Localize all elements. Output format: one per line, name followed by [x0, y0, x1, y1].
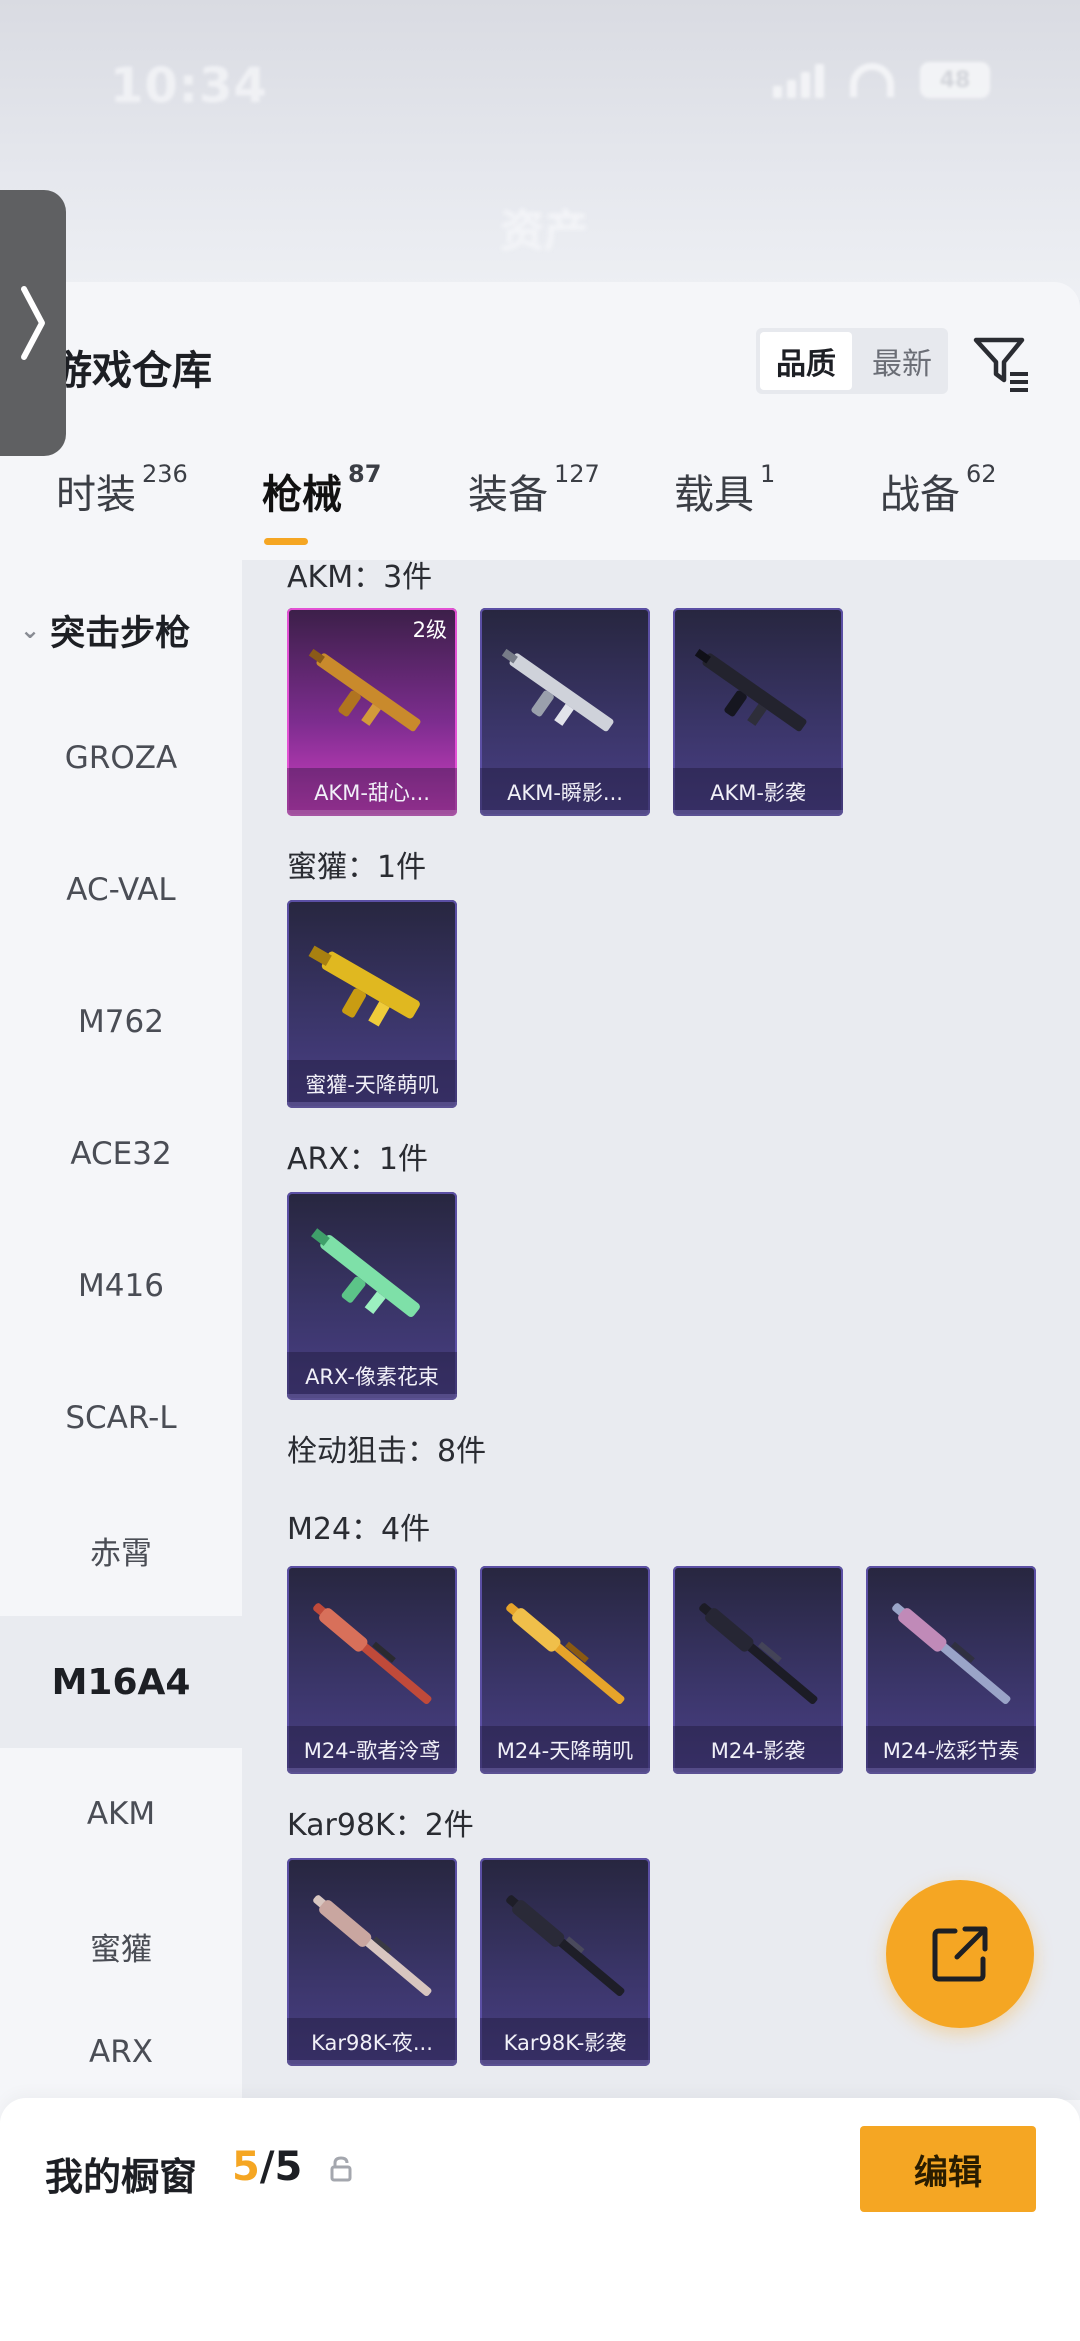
tab-fashion[interactable]: 时装 236 [56, 460, 188, 520]
sniper-image [699, 1603, 818, 1705]
category-item[interactable]: M762 [0, 956, 242, 1088]
category-item[interactable]: ARX [0, 2012, 242, 2092]
weapon-name: M24-影袭 [673, 1726, 843, 1774]
sort-toggle: 品质 最新 [756, 328, 948, 394]
weapon-card[interactable]: Kar98K-影袭 [480, 1858, 650, 2066]
category-item[interactable]: AKM [0, 1748, 242, 1880]
category-group-label: 突击步枪 [50, 613, 191, 654]
sniper-image [892, 1603, 1011, 1705]
blurred-backdrop: 10:34 48 资产 [0, 0, 1080, 300]
weapon-name: M24-歌者泠鸢 [287, 1726, 457, 1774]
side-panel-handle[interactable] [0, 190, 66, 456]
weapon-name: Kar98K-影袭 [480, 2018, 650, 2066]
category-item[interactable]: M416 [0, 1220, 242, 1352]
category-item[interactable]: GROZA [0, 692, 242, 824]
section-label-kar98k: Kar98K：2件 [287, 1808, 474, 1843]
sniper-image [313, 1895, 432, 1997]
weapon-card[interactable]: M24-炫彩节奏 [866, 1566, 1036, 1774]
section-label-bolt-sniper: 栓动狙击：8件 [287, 1434, 487, 1469]
weapon-name: ARX-像素花束 [287, 1352, 457, 1400]
category-item[interactable]: SCAR-L [0, 1352, 242, 1484]
weapon-name: M24-天降萌叽 [480, 1726, 650, 1774]
page-title: 游戏仓库 [52, 348, 212, 394]
status-icons: 48 [773, 62, 990, 98]
weapon-card[interactable]: 蜜獾-天降萌叽 [287, 900, 457, 1108]
sort-newest[interactable]: 最新 [856, 328, 948, 394]
chevron-right-icon [21, 286, 45, 360]
tab-equipment[interactable]: 装备 127 [468, 460, 600, 520]
rifle-image [501, 648, 614, 732]
category-item[interactable]: ACE32 [0, 1088, 242, 1220]
rifle-image [308, 648, 421, 732]
weapon-card[interactable]: M24-影袭 [673, 1566, 843, 1774]
weapon-card[interactable]: M24-歌者泠鸢 [287, 1566, 457, 1774]
background-title: 资产 [500, 206, 588, 257]
chevron-down-icon: ⌄ [20, 616, 41, 644]
section-label-m24: M24：4件 [287, 1512, 431, 1547]
category-item-selected[interactable]: M16A4 [0, 1616, 242, 1748]
tab-gear[interactable]: 战备 62 [880, 460, 997, 520]
active-tab-indicator [264, 538, 308, 545]
tab-vehicles[interactable]: 载具 1 [674, 460, 775, 520]
rifle-image [311, 1228, 420, 1317]
weapon-grid: AKM：3件 2级 AKM-甜心... AKM-瞬影... AKM-影袭 蜜獾：… [242, 560, 1080, 2100]
rifle-image [308, 945, 420, 1027]
signal-icon [773, 62, 824, 98]
share-button[interactable] [886, 1880, 1034, 2028]
weapon-card[interactable]: AKM-瞬影... [480, 608, 650, 816]
lock-icon [330, 2156, 352, 2182]
section-label-arx: ARX：1件 [287, 1142, 429, 1177]
share-icon [932, 1926, 988, 1982]
showcase-bar: 我的橱窗 5/5 编辑 [0, 2098, 1080, 2341]
sniper-image [506, 1603, 625, 1705]
weapon-name: AKM-影袭 [673, 768, 843, 816]
showcase-label: 我的橱窗 [45, 2155, 198, 2199]
weapon-category-list: ⌄ 突击步枪 GROZA AC-VAL M762 ACE32 M416 SCAR… [0, 560, 242, 2101]
category-tabs: 时装 236 枪械 87 装备 127 载具 1 战备 62 [0, 460, 1080, 562]
filter-icon[interactable] [970, 330, 1034, 394]
category-item[interactable]: 蜜獾 [0, 1880, 242, 2012]
rifle-image [694, 648, 807, 732]
weapon-name: AKM-甜心... [287, 768, 457, 816]
section-label-honey-badger: 蜜獾：1件 [287, 850, 427, 885]
weapon-card[interactable]: M24-天降萌叽 [480, 1566, 650, 1774]
showcase-count: 5/5 [232, 2144, 303, 2190]
weapon-card[interactable]: 2级 AKM-甜心... [287, 608, 457, 816]
battery-icon: 48 [920, 62, 990, 98]
weapon-card[interactable]: AKM-影袭 [673, 608, 843, 816]
status-time: 10:34 [110, 58, 268, 114]
weapon-name: Kar98K-夜... [287, 2018, 457, 2066]
edit-button[interactable]: 编辑 [860, 2126, 1036, 2212]
status-bar: 10:34 48 [0, 40, 1080, 120]
section-label-akm: AKM：3件 [287, 560, 433, 595]
weapon-name: M24-炫彩节奏 [866, 1726, 1036, 1774]
weapon-name: AKM-瞬影... [480, 768, 650, 816]
category-item[interactable]: AC-VAL [0, 824, 242, 956]
sniper-image [506, 1895, 625, 1997]
weapon-card[interactable]: ARX-像素花束 [287, 1192, 457, 1400]
category-group-assault-rifles[interactable]: ⌄ 突击步枪 [0, 575, 242, 685]
tab-firearms[interactable]: 枪械 87 [262, 460, 381, 520]
wifi-icon [850, 63, 894, 97]
sniper-image [313, 1603, 432, 1705]
sort-quality[interactable]: 品质 [760, 332, 852, 390]
weapon-card[interactable]: Kar98K-夜... [287, 1858, 457, 2066]
category-item[interactable]: 赤霄 [0, 1484, 242, 1616]
weapon-name: 蜜獾-天降萌叽 [287, 1060, 457, 1108]
